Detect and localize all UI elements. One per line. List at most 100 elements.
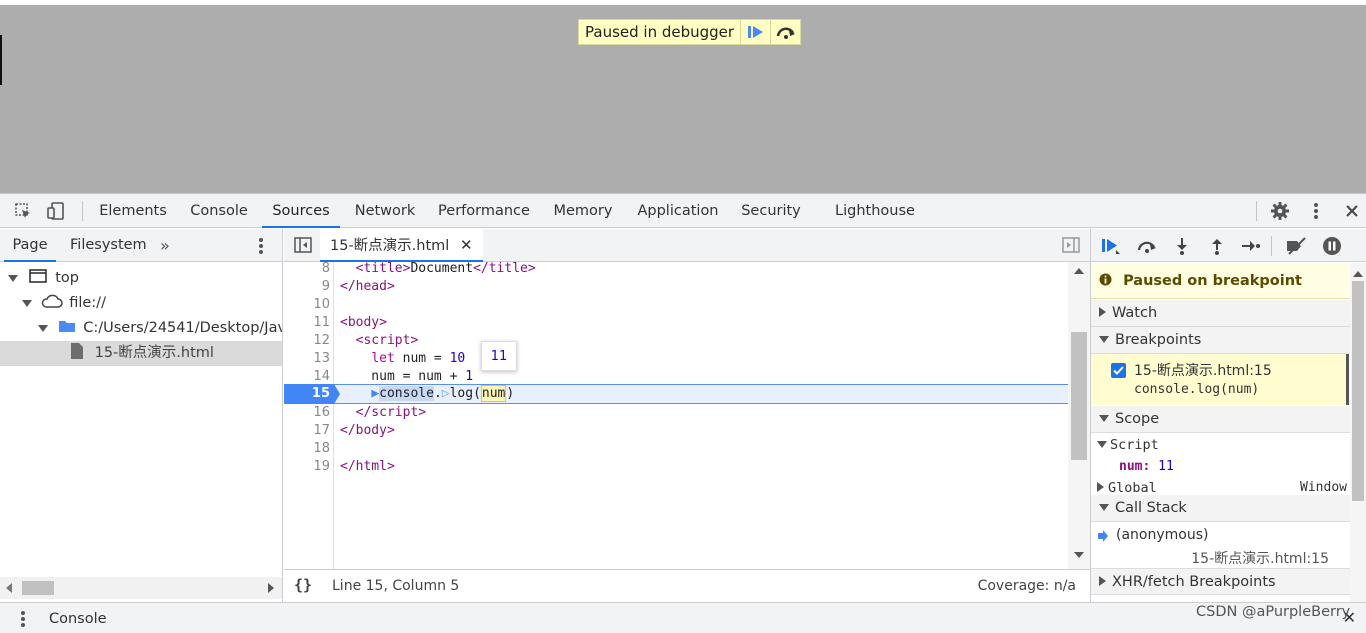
line-number[interactable]: 16 [284,404,330,422]
line-number[interactable]: 11 [284,314,330,332]
drawer-menu-icon[interactable] [20,610,26,632]
resume-icon [1102,239,1120,254]
code-line: </head> [340,279,395,294]
line-number[interactable]: 19 [284,458,330,476]
tab-memory[interactable]: Memory [546,194,620,228]
breakpoint-entry[interactable]: 15-断点演示.html:15 console.log(num) [1091,354,1349,405]
breakpoint-marker[interactable]: 15 [284,384,342,404]
line-number-current[interactable]: 15 [284,385,330,403]
breakpoint-checkbox[interactable] [1111,363,1126,378]
navigator-tabs: Page Filesystem » [0,229,282,262]
settings-gear-icon[interactable] [1269,201,1291,221]
toggle-debugger-icon[interactable] [1062,237,1080,257]
toggle-navigator-icon[interactable] [294,237,312,257]
tab-security[interactable]: Security [736,194,806,228]
step-into-button[interactable] [1170,235,1194,257]
scroll-up-icon[interactable] [1074,268,1084,274]
debugger-sidebar: Paused on breakpoint Watch Breakpoints 1… [1090,229,1366,602]
code-line: </html> [340,459,395,474]
expanded-arrow-icon [1099,414,1109,422]
line-number[interactable]: 8 [284,262,330,278]
tab-network[interactable]: Network [347,194,423,228]
device-toolbar-icon[interactable] [45,201,67,221]
more-options-icon[interactable] [1305,201,1327,221]
line-number[interactable]: 17 [284,422,330,440]
sidebar-vertical-scrollbar[interactable] [1350,263,1366,602]
pane-header-scope[interactable]: Scope [1091,406,1351,433]
scope-variable-num[interactable]: num: 11 [1119,459,1174,474]
editor-tabs: 15-断点演示.html ✕ [284,229,1090,262]
coverage-status[interactable]: Coverage: n/a [978,578,1076,594]
navigator-menu-icon[interactable] [258,237,264,259]
tab-console[interactable]: Console [182,194,256,228]
pane-header-call-stack[interactable]: Call Stack [1091,495,1351,522]
tab-performance[interactable]: Performance [434,194,534,228]
tree-item-html-file[interactable]: 15-断点演示.html [0,341,282,366]
step-over-button[interactable] [770,20,800,44]
scroll-down-icon[interactable] [1074,552,1084,558]
pane-title: Breakpoints [1115,332,1202,348]
editor-vertical-scrollbar[interactable] [1068,262,1090,569]
code-area[interactable]: 8 9 10 11 12 13 14 16 17 18 19 15 <title… [284,262,1090,569]
step-button[interactable] [1239,235,1263,257]
pause-on-exceptions-button[interactable] [1320,235,1344,257]
code-line: num = num + 1 [340,369,474,384]
scroll-up-icon[interactable] [1353,271,1363,277]
scroll-right-icon[interactable] [268,583,274,593]
deactivate-breakpoints-button[interactable] [1284,235,1308,257]
line-number-gutter[interactable]: 8 9 10 11 12 13 14 16 17 18 19 [284,262,334,569]
pane-title: Call Stack [1115,500,1187,516]
devtools-panel: Elements Console Sources Network Perform… [0,193,1366,633]
scrollbar-thumb[interactable] [1352,281,1364,501]
line-number[interactable]: 18 [284,440,330,458]
pane-header-breakpoints[interactable]: Breakpoints [1091,327,1351,354]
pane-header-xhr-breakpoints[interactable]: XHR/fetch Breakpoints [1091,568,1351,595]
drawer-tab-console[interactable]: Console [49,611,107,627]
call-frame[interactable]: (anonymous) 15-断点演示.html:15 [1091,524,1349,570]
line-number[interactable]: 9 [284,278,330,296]
step-out-button[interactable] [1205,235,1229,257]
breakpoint-location: 15-断点演示.html:15 [1134,363,1272,379]
call-frame-location[interactable]: 15-断点演示.html:15 [1191,548,1329,568]
navtab-filesystem[interactable]: Filesystem [70,229,147,262]
cursor-position: Line 15, Column 5 [332,578,460,594]
resume-button[interactable] [740,20,770,44]
paused-on-breakpoint-message: Paused on breakpoint [1091,263,1351,299]
expand-arrow-icon [8,275,18,282]
scope-global-row[interactable]: Global Window [1097,480,1347,496]
expand-arrow-icon [38,325,48,332]
scope-script-row[interactable]: Script [1097,437,1159,453]
line-number[interactable]: 12 [284,332,330,350]
tab-sources[interactable]: Sources [262,194,340,228]
expanded-arrow-icon [1099,503,1109,511]
line-number[interactable]: 13 [284,350,330,368]
pane-header-watch[interactable]: Watch [1091,300,1351,327]
scope-group-label: Global [1108,480,1157,496]
collapsed-arrow-icon [1099,576,1106,586]
more-tabs-chevron-icon[interactable]: » [160,229,170,262]
navtab-page[interactable]: Page [4,229,56,262]
tab-lighthouse[interactable]: Lighthouse [826,194,924,228]
deactivate-breakpoints-icon [1287,237,1306,255]
navigator-horizontal-scrollbar[interactable] [0,577,282,599]
step-into-icon [1177,238,1187,255]
pretty-print-icon[interactable]: {} [294,576,312,594]
tree-label: C:/Users/24541/Desktop/JavaS [83,320,282,336]
step-over-button[interactable] [1135,235,1159,257]
tab-elements[interactable]: Elements [95,194,171,228]
code-line: </script> [355,405,427,420]
close-tab-icon[interactable]: ✕ [460,236,473,254]
editor-file-tab[interactable]: 15-断点演示.html ✕ [320,229,483,262]
inspect-element-icon[interactable] [12,201,34,221]
tree-label: top [55,270,79,286]
scrollbar-thumb[interactable] [1071,332,1087,460]
resume-button[interactable] [1099,235,1123,257]
line-number[interactable]: 10 [284,296,330,314]
scroll-left-icon[interactable] [6,583,12,593]
tree-item-folder[interactable]: C:/Users/24541/Desktop/JavaS [0,316,282,341]
tree-item-file-origin[interactable]: file:// [0,291,282,316]
tab-application[interactable]: Application [632,194,724,228]
tree-item-top[interactable]: top [0,266,282,291]
close-devtools-icon[interactable] [1341,201,1363,221]
scrollbar-thumb[interactable] [22,581,54,595]
